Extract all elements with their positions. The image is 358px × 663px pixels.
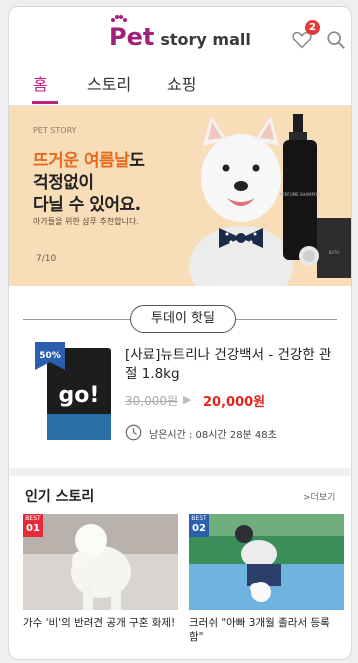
more-link[interactable]: >더보기	[303, 490, 335, 503]
popular-stories-title: 인기 스토리	[25, 489, 95, 505]
original-price: 30,000원	[125, 394, 179, 408]
banner-kicker: PET STORY	[33, 126, 77, 135]
phone-frame: Pet story mall 2 홈 스토리 쇼핑 PET STORY 뜨거운 …	[8, 6, 352, 660]
banner-headline-rest: 도	[129, 151, 145, 171]
banner-page-indicator: 7/10	[36, 254, 57, 264]
story-thumbnail[interactable]: BEST 01	[23, 514, 178, 610]
tab-bar: 홈 스토리 쇼핑	[9, 63, 351, 106]
product-image[interactable]: go! 50%	[35, 342, 115, 442]
wishlist-count-badge: 2	[305, 20, 320, 35]
promo-banner[interactable]: PET STORY 뜨거운 여름날도 걱정없이 다닐 수 있어요. 아가들을 위…	[9, 106, 351, 286]
best-rank-badge: BEST 01	[23, 514, 43, 537]
popular-stories-header: 인기 스토리 >더보기	[9, 476, 351, 514]
rank-number: 02	[192, 523, 206, 534]
active-tab-indicator	[32, 101, 58, 104]
story-caption[interactable]: 가수 '비'의 반려견 공개 구혼 화제!	[23, 616, 178, 630]
best-label: BEST	[25, 515, 41, 522]
product-title[interactable]: [사료]뉴트리나 건강백서 - 건강한 관절 1.8kg	[125, 346, 337, 384]
logo-pet-text: Pet	[109, 23, 155, 51]
section-separator	[9, 468, 351, 476]
deal-item[interactable]: go! 50% [사료]뉴트리나 건강백서 - 건강한 관절 1.8kg 30,…	[9, 340, 351, 460]
best-rank-badge: BEST 02	[189, 514, 209, 537]
rank-number: 01	[26, 523, 40, 534]
banner-illustration: PERFUME SHAMPOO BATH	[189, 114, 351, 286]
header: Pet story mall 2	[9, 7, 351, 63]
paw-icon	[110, 14, 128, 27]
banner-line-3: 다닐 수 있어요.	[33, 195, 141, 215]
bottle-label: PERFUME SHAMPOO	[280, 192, 321, 197]
jar-label: BATH	[329, 250, 340, 255]
sale-price: 20,000원	[203, 395, 266, 410]
discount-badge: 50%	[39, 351, 61, 361]
logo-pet: Pet	[109, 15, 155, 51]
best-label: BEST	[191, 515, 207, 522]
story-card-list: BEST 01 가수 '비'의 반려견 공개 구혼 화제! BEST 02 크러쉬 …	[9, 514, 351, 659]
search-icon[interactable]	[325, 29, 347, 51]
product-brand-mark: go!	[59, 383, 100, 408]
price-arrow-icon: ▶	[183, 393, 192, 406]
story-card[interactable]: BEST 02 크러쉬 "아빠 3개월 졸라서 등록함"	[189, 514, 344, 644]
story-thumbnail[interactable]: BEST 02	[189, 514, 344, 610]
tab-home[interactable]: 홈	[33, 71, 48, 95]
logo[interactable]: Pet story mall	[109, 15, 251, 51]
banner-subtitle: 아가들을 위한 샴푸 추천합니다.	[33, 217, 139, 226]
story-caption[interactable]: 크러쉬 "아빠 3개월 졸라서 등록함"	[189, 616, 344, 644]
time-remaining: 남은시간 : 08시간 28분 48초	[149, 430, 277, 441]
story-card[interactable]: BEST 01 가수 '비'의 반려견 공개 구혼 화제!	[23, 514, 178, 630]
today-deal-label: 투데이 핫딜	[130, 305, 236, 333]
clock-icon	[125, 424, 142, 441]
tab-story[interactable]: 스토리	[87, 71, 131, 95]
today-deal-header: 투데이 핫딜	[9, 300, 351, 340]
logo-text: story mall	[160, 30, 251, 49]
tab-shopping[interactable]: 쇼핑	[167, 71, 196, 95]
